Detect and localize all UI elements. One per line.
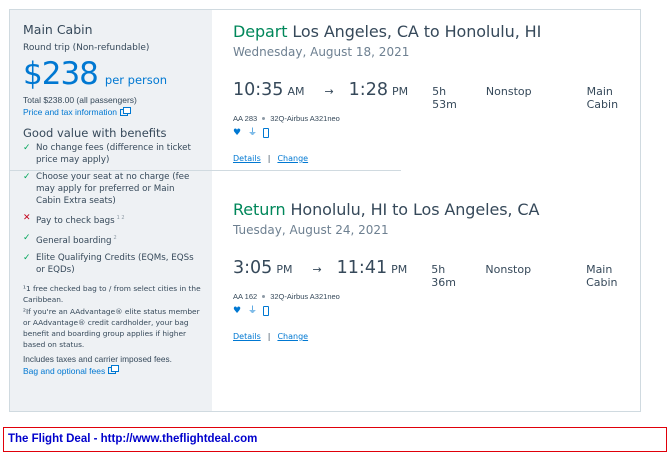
benefit-text: General boarding 2 <box>36 232 117 247</box>
segment-cabin: Main Cabin <box>586 85 619 111</box>
aircraft-type: 32Q-Airbus A321neo <box>270 292 340 301</box>
seatback-screen-icon <box>263 306 269 316</box>
check-icon: ✓ <box>23 143 31 153</box>
flight-info: AA 162 32Q-Airbus A321neo <box>233 292 640 301</box>
details-link[interactable]: Details <box>233 332 261 341</box>
total-price: Total $238.00 (all passengers) <box>23 95 137 105</box>
flight-number: AA 162 <box>233 292 258 301</box>
benefit-item: ✓ No change fees (difference in ticket p… <box>23 142 202 166</box>
segment-date: Tuesday, August 24, 2021 <box>233 223 389 237</box>
benefit-text-label: Pay to check bags <box>36 215 115 226</box>
wifi-icon: ♥ <box>233 306 242 316</box>
benefit-item: ✓ Elite Qualifying Credits (EQMs, EQSs o… <box>23 252 202 276</box>
trip-type: Round trip (Non-refundable) <box>23 43 150 53</box>
benefit-text-label: General boarding <box>36 235 112 246</box>
segment-divider <box>10 170 401 171</box>
aircraft-type: 32Q-Airbus A321neo <box>270 114 340 123</box>
price-tax-link[interactable]: Price and tax information <box>23 106 202 117</box>
depart-segment: Depart Los Angeles, CA to Honolulu, HI W… <box>233 22 640 182</box>
check-icon: ✓ <box>23 252 31 263</box>
arrive-ampm: PM <box>391 85 409 98</box>
benefit-item: ✕ Pay to check bags 1 2 <box>23 212 202 227</box>
segment-duration: 5h 53m <box>432 85 457 111</box>
segment-stops: Nonstop <box>485 85 532 98</box>
taxes-note: Includes taxes and carrier imposed fees. <box>23 353 172 364</box>
link-separator: | <box>267 154 271 163</box>
segment-times: 10:35 AM → 1:28 PM 5h 53m Nonstop Main C… <box>233 80 640 111</box>
segments-panel: Depart Los Angeles, CA to Honolulu, HI W… <box>10 10 640 411</box>
separator-dot <box>262 117 266 120</box>
footnote-1: ¹1 free checked bag to / from select cit… <box>23 283 201 304</box>
bag-fees-link[interactable]: Bag and optional fees <box>23 365 202 376</box>
benefit-item: ✓ Choose your seat at no charge (fee may… <box>23 171 202 207</box>
fare-summary-panel: Main Cabin Round trip (Non-refundable) $… <box>10 10 212 411</box>
power-outlet-icon: ⏚ <box>248 128 258 138</box>
benefit-text: Pay to check bags 1 2 <box>36 212 125 227</box>
benefits-heading: Good value with benefits <box>23 126 167 140</box>
flight-info: AA 283 32Q-Airbus A321neo <box>233 114 640 123</box>
arrive-ampm: PM <box>391 263 408 276</box>
segment-title: Return Honolulu, HI to Los Angeles, CA <box>233 200 640 219</box>
segment-cabin: Main Cabin <box>586 263 618 289</box>
return-segment: Return Honolulu, HI to Los Angeles, CA T… <box>233 182 640 341</box>
itinerary-card: Main Cabin Round trip (Non-refundable) $… <box>9 9 641 412</box>
per-person-label: per person <box>104 73 168 87</box>
power-outlet-icon: ⏚ <box>248 306 258 316</box>
benefit-text: No change fees (difference in ticket pri… <box>36 143 191 165</box>
segment-route: Los Angeles, CA to Honolulu, HI <box>292 22 542 41</box>
depart-time: 3:05 <box>233 258 273 278</box>
depart-time: 10:35 <box>233 80 284 100</box>
arrive-time: 11:41 <box>336 258 388 278</box>
wifi-icon: ♥ <box>233 128 242 138</box>
flight-deal-banner: The Flight Deal - http://www.theflightde… <box>3 427 667 452</box>
segment-stops: Nonstop <box>485 263 532 276</box>
separator-dot <box>262 295 266 298</box>
segment-route: Honolulu, HI to Los Angeles, CA <box>290 200 540 219</box>
benefits-list: ✓ No change fees (difference in ticket p… <box>23 142 202 276</box>
cross-icon: ✕ <box>23 213 31 223</box>
segment-links: Details | Change <box>233 154 640 163</box>
depart-ampm: PM <box>276 263 293 276</box>
footnote-marker: 2 <box>113 234 117 241</box>
amenities: ♥ ⏚ <box>233 128 640 138</box>
price-row: $238 per person <box>23 56 202 92</box>
benefit-text: Choose your seat at no charge (fee may a… <box>36 172 190 206</box>
arrive-time: 1:28 <box>348 80 388 100</box>
arrow-right-icon: → <box>312 263 322 276</box>
benefit-item: ✓ General boarding 2 <box>23 232 202 247</box>
footnotes: ¹1 free checked bag to / from select cit… <box>23 283 202 350</box>
segment-times: 3:05 PM → 11:41 PM 5h 36m Nonstop Main C… <box>233 258 640 289</box>
change-link[interactable]: Change <box>277 154 308 163</box>
check-icon: ✓ <box>23 232 31 243</box>
amenities: ♥ ⏚ <box>233 306 640 316</box>
segment-direction: Return <box>233 200 286 219</box>
benefit-text: Elite Qualifying Credits (EQMs, EQSs or … <box>36 252 194 275</box>
change-link[interactable]: Change <box>277 332 308 341</box>
footnote-marker: 1 2 <box>116 215 125 221</box>
segment-links: Details | Change <box>233 332 640 341</box>
segment-direction: Depart <box>233 22 288 41</box>
price-tax-link-label: Price and tax information <box>23 107 118 117</box>
segment-title: Depart Los Angeles, CA to Honolulu, HI <box>233 22 640 41</box>
check-icon: ✓ <box>23 172 31 182</box>
seatback-screen-icon <box>263 128 269 138</box>
fare-price: $238 <box>23 56 99 92</box>
segment-date: Wednesday, August 18, 2021 <box>233 45 410 59</box>
external-link-icon <box>120 106 132 116</box>
fare-cabin: Main Cabin <box>23 22 93 37</box>
external-link-icon <box>108 365 120 375</box>
bag-fees-link-label: Bag and optional fees <box>23 365 106 376</box>
link-separator: | <box>267 332 271 341</box>
flight-number: AA 283 <box>233 114 258 123</box>
depart-ampm: AM <box>287 85 305 98</box>
arrow-right-icon: → <box>324 85 334 98</box>
details-link[interactable]: Details <box>233 154 261 163</box>
segment-duration: 5h 36m <box>431 263 456 289</box>
footnote-2: ²If you're an AAdvantage® elite status m… <box>23 306 200 349</box>
